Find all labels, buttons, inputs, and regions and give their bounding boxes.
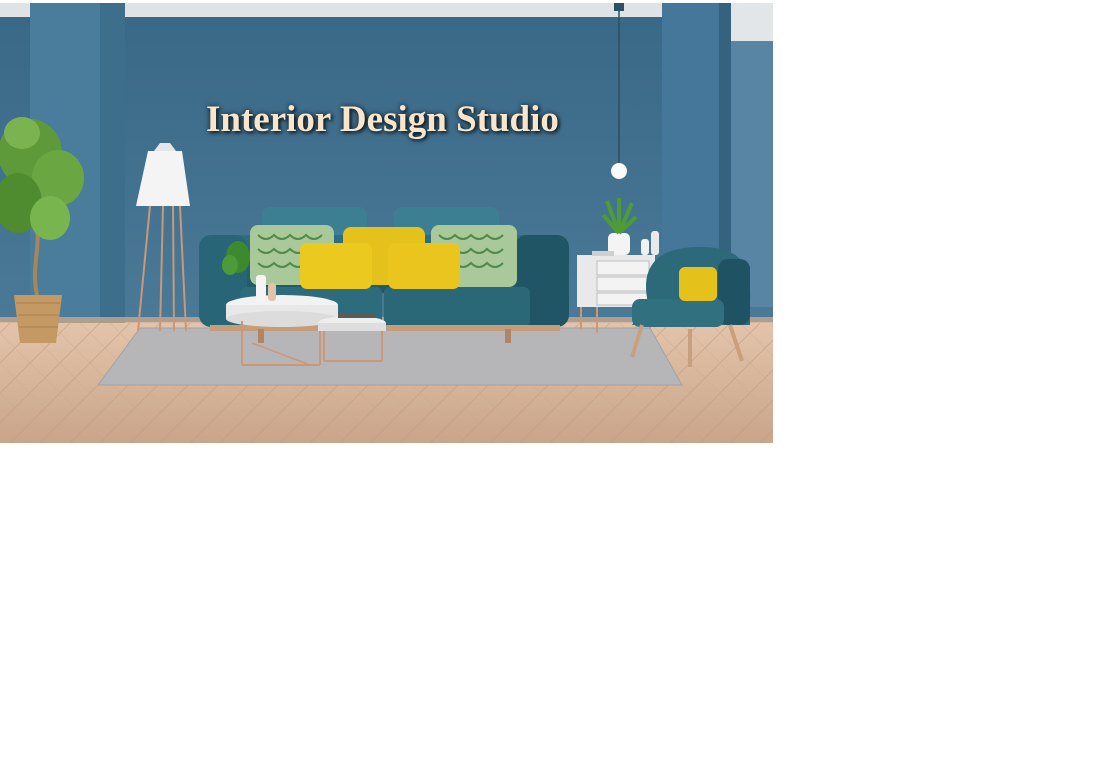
hero-banner: Interior Design Studio bbox=[0, 3, 773, 443]
page: Interior Design Studio bbox=[0, 0, 1114, 767]
living-room-photo bbox=[0, 3, 773, 443]
rug bbox=[98, 328, 682, 385]
hero-title: Interior Design Studio bbox=[206, 99, 559, 140]
